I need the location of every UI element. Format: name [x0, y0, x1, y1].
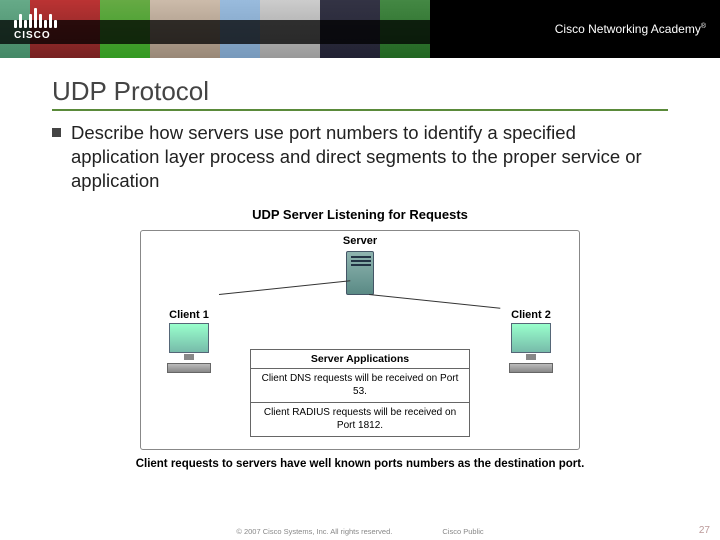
link-line-2 [369, 294, 500, 309]
page-number: 27 [699, 525, 710, 536]
apps-box-title: Server Applications [251, 350, 469, 368]
footer-scope: Cisco Public [442, 527, 483, 536]
monitor-icon [511, 323, 551, 353]
client-2-label: Client 2 [509, 309, 553, 321]
client-2: Client 2 [509, 309, 553, 373]
server-label: Server [343, 235, 377, 247]
apps-radius-row: Client RADIUS requests will be received … [251, 402, 469, 436]
client-1: Client 1 [167, 309, 211, 373]
pc-base-icon [167, 363, 211, 373]
client-1-label: Client 1 [167, 309, 211, 321]
slide-content: UDP Protocol Describe how servers use po… [0, 58, 720, 470]
cisco-logo: CISCO [14, 6, 57, 41]
apps-dns-row: Client DNS requests will be received on … [251, 368, 469, 402]
diagram-title: UDP Server Listening for Requests [52, 207, 668, 222]
server-icon [346, 251, 374, 295]
footer: © 2007 Cisco Systems, Inc. All rights re… [0, 527, 720, 536]
bullet-text: Describe how servers use port numbers to… [71, 121, 668, 193]
pc-base-icon [509, 363, 553, 373]
diagram-caption: Client requests to servers have well kno… [52, 458, 668, 470]
top-banner: CISCO Cisco Networking Academy® [0, 0, 720, 58]
diagram-container: UDP Server Listening for Requests Server… [52, 207, 668, 470]
bullet-icon [52, 128, 61, 137]
cisco-wordmark: CISCO [14, 30, 57, 41]
slide-title: UDP Protocol [52, 76, 668, 111]
monitor-icon [169, 323, 209, 353]
footer-copyright: © 2007 Cisco Systems, Inc. All rights re… [236, 527, 392, 536]
bullet-item: Describe how servers use port numbers to… [52, 121, 668, 193]
academy-label: Cisco Networking Academy® [555, 22, 706, 36]
cisco-bars-icon [14, 6, 57, 28]
server-applications-box: Server Applications Client DNS requests … [250, 349, 470, 437]
link-line-1 [219, 280, 350, 295]
network-diagram: Server Client 1 Client 2 Server Applicat… [140, 230, 580, 450]
